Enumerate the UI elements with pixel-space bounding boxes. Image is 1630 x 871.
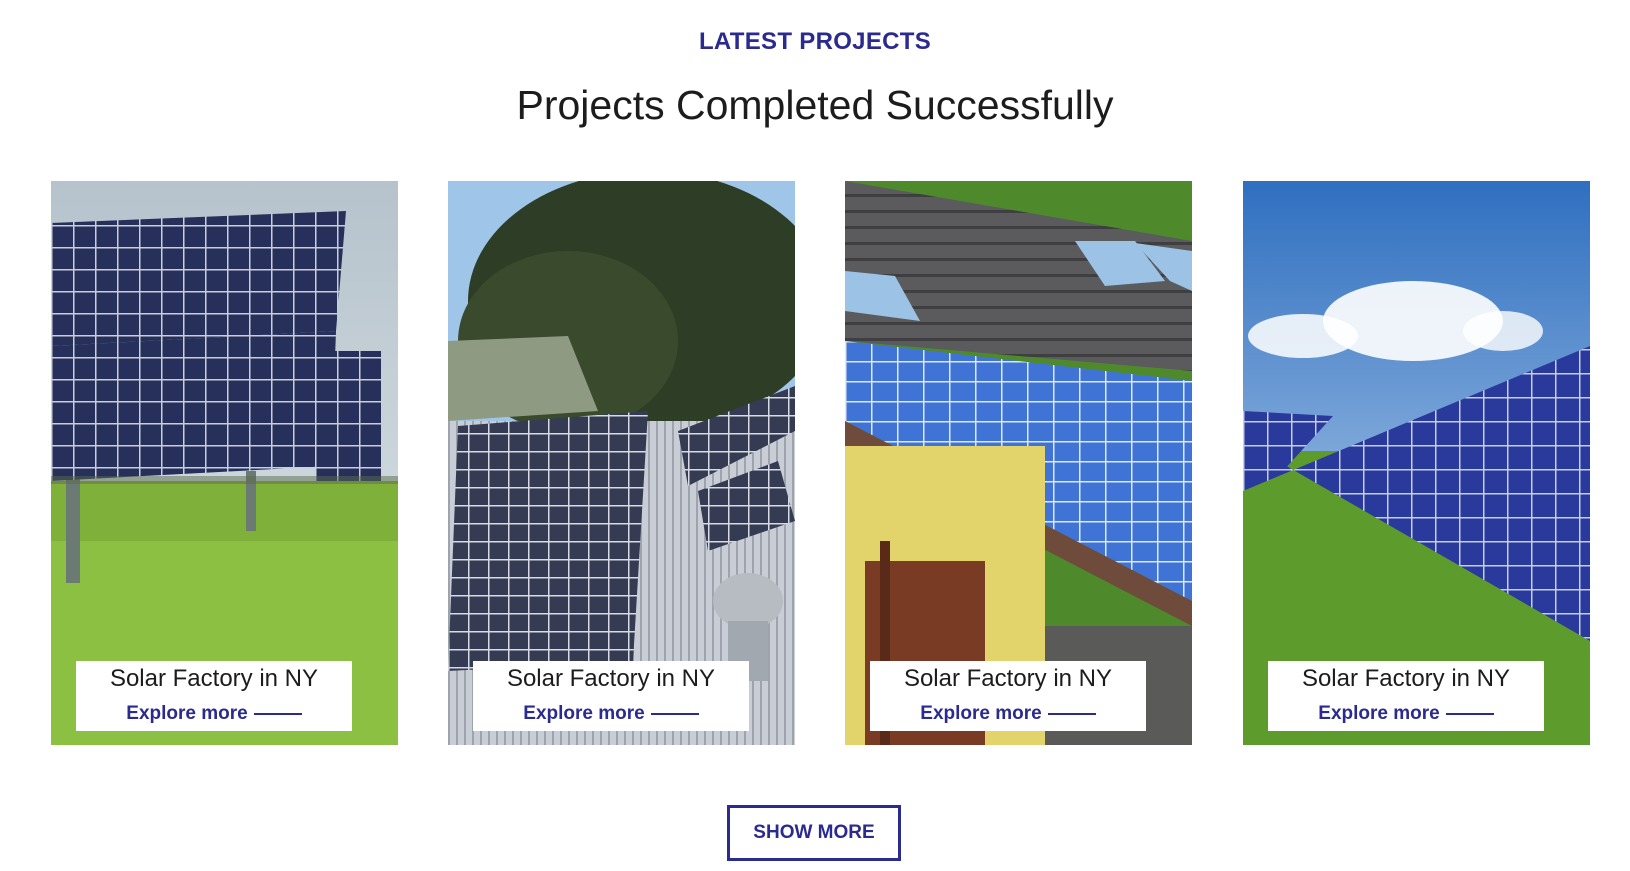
- show-more-button[interactable]: SHOW MORE: [727, 805, 901, 861]
- link-dash: [253, 713, 302, 715]
- section-title: Projects Completed Successfully: [516, 82, 1114, 128]
- link-dash: [650, 713, 699, 715]
- explore-more-label: Explore more: [920, 703, 1042, 724]
- explore-more-link[interactable]: Explore more: [1318, 703, 1494, 725]
- project-title: Solar Factory in NY: [506, 665, 716, 692]
- project-caption: Solar Factory in NY Explore more: [870, 661, 1146, 731]
- project-title: Solar Factory in NY: [903, 665, 1113, 692]
- explore-more-label: Explore more: [523, 703, 645, 724]
- explore-more-label: Explore more: [126, 703, 248, 724]
- explore-more-label: Explore more: [1318, 703, 1440, 724]
- project-card[interactable]: Solar Factory in NY Explore more: [845, 181, 1192, 745]
- project-caption: Solar Factory in NY Explore more: [1268, 661, 1544, 731]
- project-caption: Solar Factory in NY Explore more: [76, 661, 352, 731]
- link-dash: [1445, 713, 1494, 715]
- project-caption: Solar Factory in NY Explore more: [473, 661, 749, 731]
- project-title: Solar Factory in NY: [109, 665, 319, 692]
- explore-more-link[interactable]: Explore more: [126, 703, 302, 725]
- section-eyebrow: LATEST PROJECTS: [698, 28, 932, 55]
- explore-more-link[interactable]: Explore more: [920, 703, 1096, 725]
- explore-more-link[interactable]: Explore more: [523, 703, 699, 725]
- project-card[interactable]: Solar Factory in NY Explore more: [51, 181, 398, 745]
- link-dash: [1047, 713, 1096, 715]
- project-card[interactable]: Solar Factory in NY Explore more: [1243, 181, 1590, 745]
- project-card[interactable]: Solar Factory in NY Explore more: [448, 181, 795, 745]
- project-title: Solar Factory in NY: [1301, 665, 1511, 692]
